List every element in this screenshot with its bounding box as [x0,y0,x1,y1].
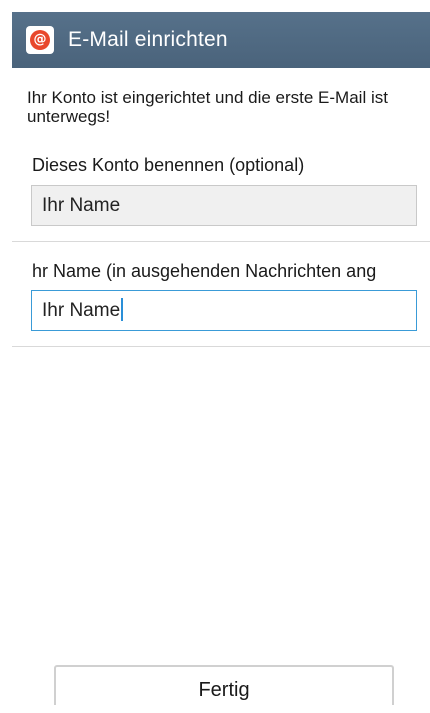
sender-name-label: hr Name (in ausgehenden Nachrichten ang [32,261,377,281]
section-divider [12,346,430,347]
status-bar-area [0,0,430,12]
account-name-label: Dieses Konto benennen (optional) [32,155,305,175]
done-button[interactable]: Fertig [54,665,394,705]
account-name-value: Ihr Name [42,195,121,216]
text-cursor [121,297,124,321]
at-sign-glyph: @ [30,30,50,50]
sender-name-value: Ihr Name [42,300,121,321]
sender-name-input[interactable]: Ihr Name [31,290,417,331]
action-bar: @ E-Mail einrichten [12,12,430,68]
account-name-input[interactable]: Ihr Name [31,185,417,226]
section-divider [12,241,430,242]
intro-message: Ihr Konto ist eingerichtet und die erste… [27,88,388,126]
screen-title: E-Mail einrichten [68,28,228,51]
email-at-icon: @ [26,26,54,54]
